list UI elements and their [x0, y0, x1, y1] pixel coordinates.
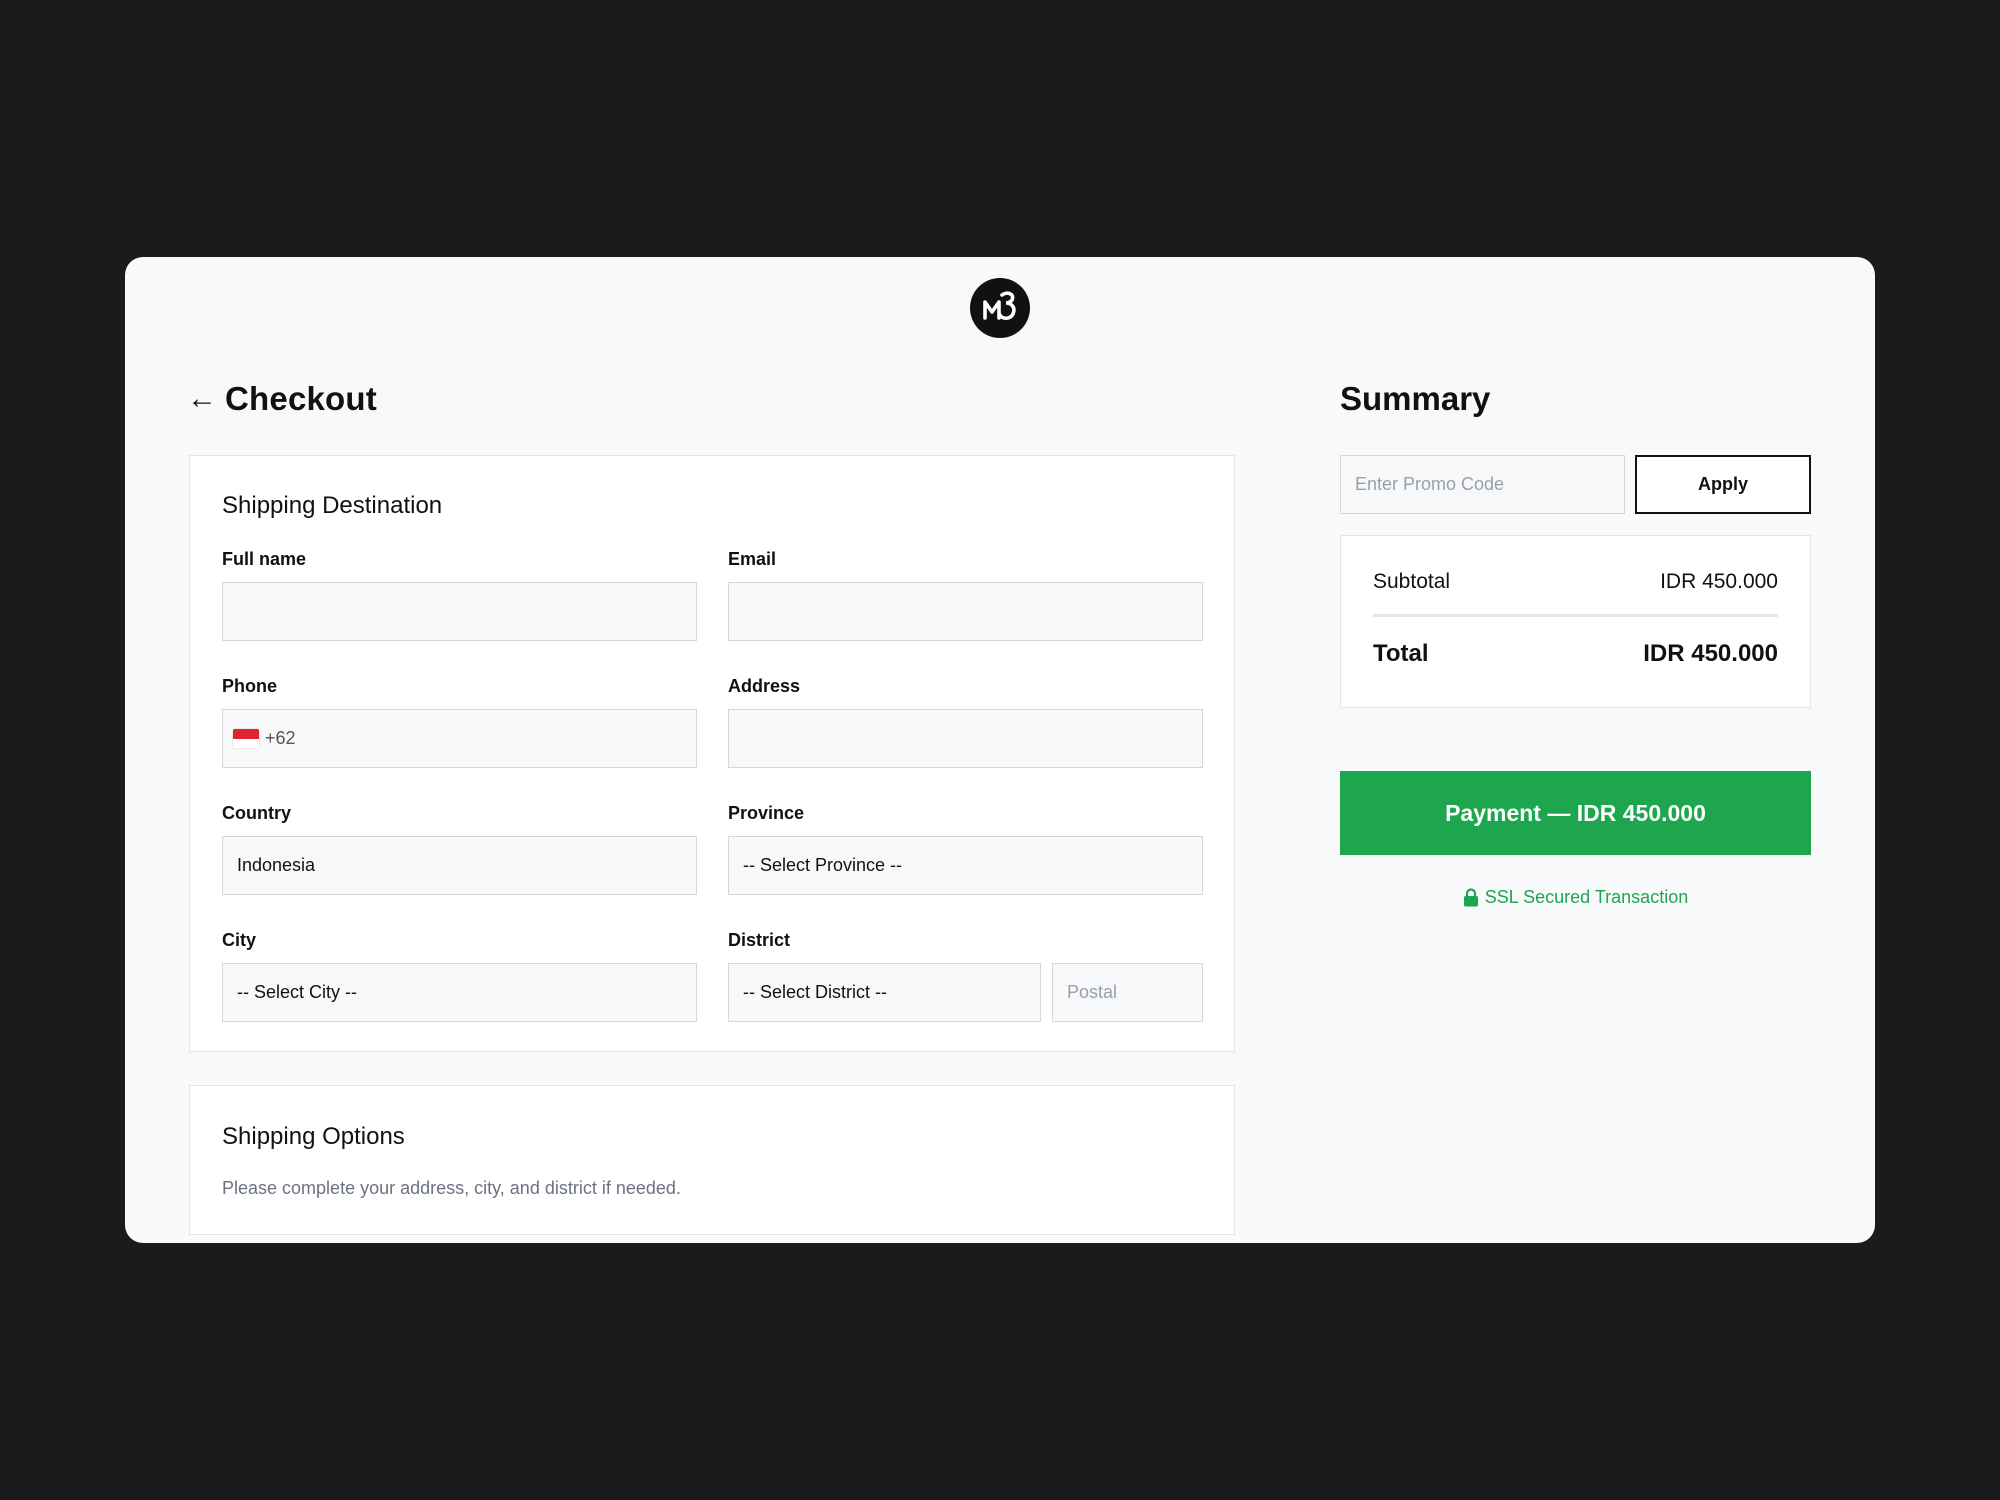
total-row: Total IDR 450.000 [1373, 640, 1778, 668]
district-label: District [728, 930, 791, 950]
city-label: City [222, 930, 257, 950]
postal-placeholder: Postal [1067, 982, 1118, 1002]
arrow-left-icon[interactable]: ← [187, 384, 217, 414]
address-field[interactable] [728, 709, 1203, 768]
order-totals-card: Subtotal IDR 450.000 Total IDR 450.000 [1340, 535, 1811, 708]
province-label: Province [728, 803, 805, 823]
promo-code-input[interactable]: Enter Promo Code [1340, 455, 1625, 514]
total-label: Total [1373, 640, 1429, 667]
m3-logo-mark [983, 291, 1016, 321]
full-name-label: Full name [222, 549, 307, 569]
lock-icon [1463, 888, 1478, 907]
full-name-field[interactable] [222, 582, 697, 641]
ssl-notice: SSL Secured Transaction [1340, 887, 1811, 908]
email-field[interactable] [728, 582, 1203, 641]
checkout-window: ← Checkout Shipping Destination Full nam… [125, 257, 1875, 1243]
subtotal-row: Subtotal IDR 450.000 [1373, 570, 1778, 594]
subtotal-label: Subtotal [1373, 570, 1451, 593]
shipping-options-title: Shipping Options [222, 1123, 405, 1150]
phone-country-code: +62 [265, 728, 296, 748]
total-value: IDR 450.000 [1643, 640, 1778, 667]
shipping-destination-title: Shipping Destination [222, 492, 443, 519]
promo-code-placeholder: Enter Promo Code [1355, 474, 1505, 494]
shipping-options-hint: Please complete your address, city, and … [222, 1178, 681, 1198]
email-label: Email [728, 549, 777, 569]
ssl-label: SSL Secured Transaction [1484, 887, 1689, 907]
page-title: Checkout [225, 380, 377, 417]
phone-field[interactable]: +62 [222, 709, 697, 768]
indonesia-flag-icon[interactable] [233, 729, 259, 748]
totals-divider [1373, 614, 1778, 617]
summary-title: Summary [1340, 380, 1491, 417]
country-field[interactable]: Indonesia [222, 836, 697, 895]
payment-button[interactable]: Payment — IDR 450.000 [1340, 771, 1811, 855]
province-select[interactable]: -- Select Province -- [728, 836, 1203, 895]
subtotal-value: IDR 450.000 [1660, 570, 1778, 593]
country-label: Country [222, 803, 291, 823]
apply-promo-button[interactable]: Apply [1635, 455, 1811, 514]
shipping-options-card: Shipping Options Please complete your ad… [189, 1085, 1235, 1235]
page-header: ← Checkout [187, 380, 377, 418]
district-select[interactable]: -- Select District -- [728, 963, 1041, 1022]
brand-logo-icon[interactable] [970, 278, 1030, 338]
city-select[interactable]: -- Select City -- [222, 963, 697, 1022]
address-label: Address [728, 676, 801, 696]
shipping-destination-card: Shipping Destination Full name Email Pho… [189, 455, 1235, 1052]
postal-field[interactable]: Postal [1052, 963, 1203, 1022]
phone-label: Phone [222, 676, 278, 696]
